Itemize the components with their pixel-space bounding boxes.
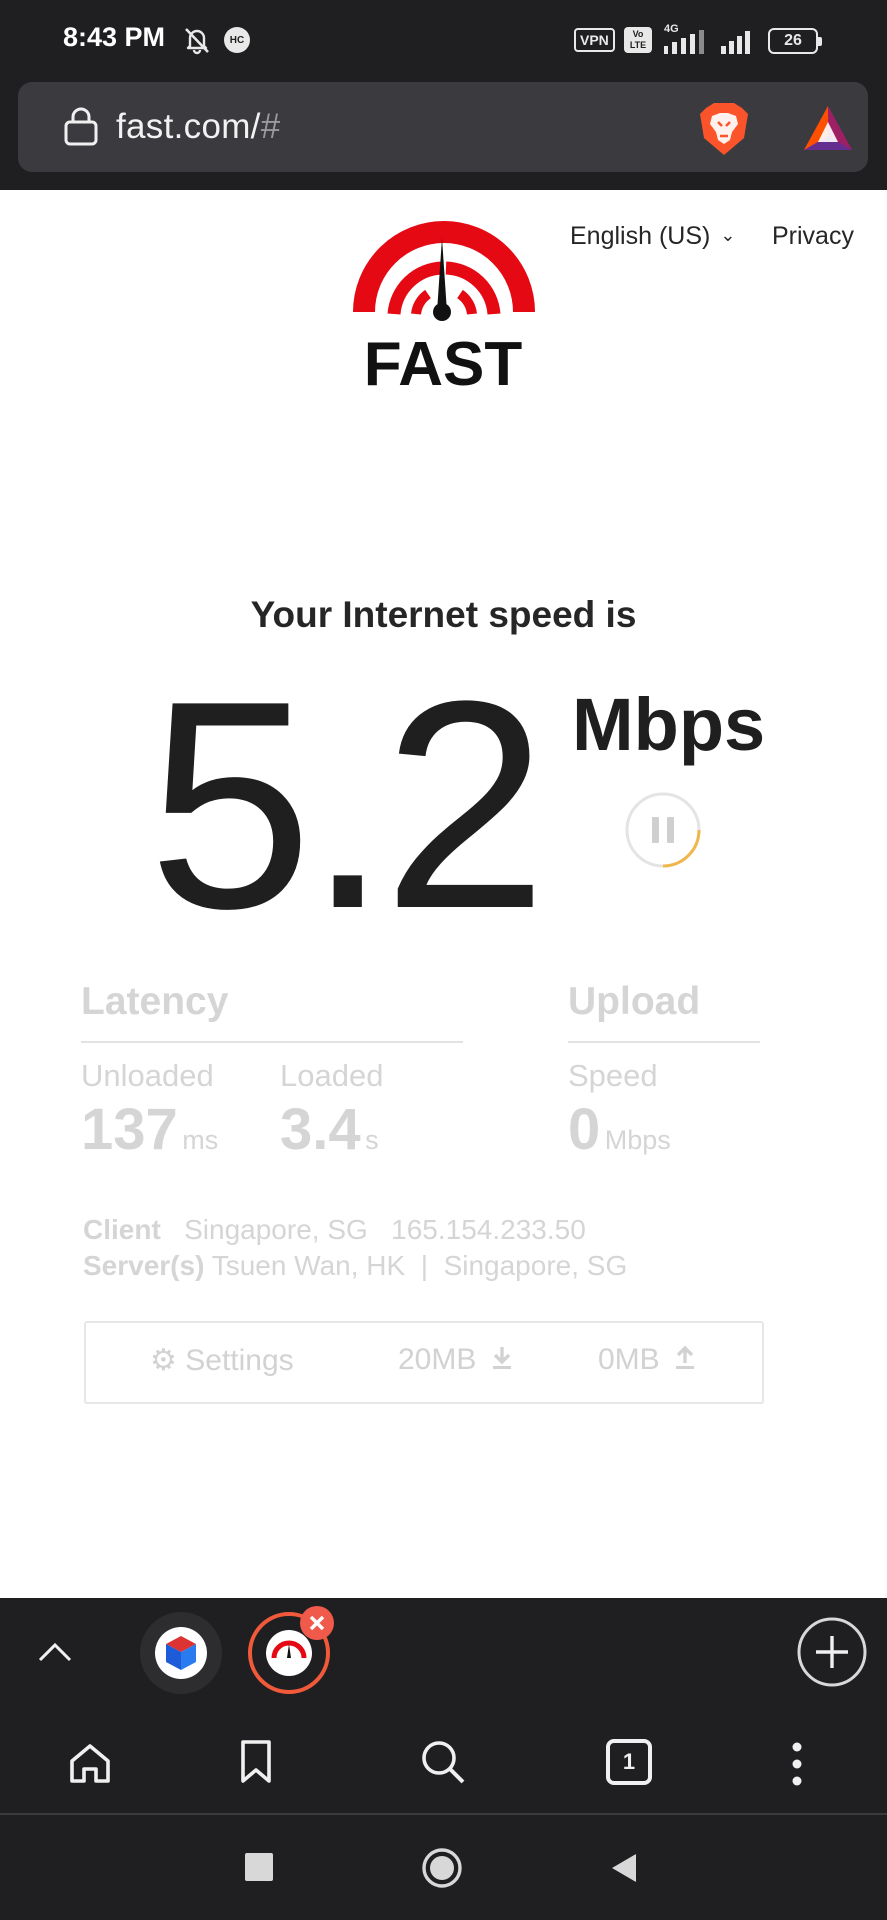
- chevron-down-icon: ⌄: [720, 225, 736, 245]
- battery-icon: 26: [768, 28, 822, 54]
- unloaded-unit: ms: [182, 1125, 219, 1155]
- server-label: Server(s): [83, 1250, 205, 1281]
- language-selector[interactable]: English (US) ⌄: [570, 222, 735, 251]
- loaded-unit: s: [365, 1125, 379, 1155]
- address-bar[interactable]: fast.com/#: [18, 82, 868, 172]
- status-time: 8:43 PM: [63, 22, 166, 52]
- plus-icon: [816, 1636, 848, 1668]
- unloaded-value: 137: [81, 1097, 178, 1162]
- pause-button[interactable]: [624, 791, 702, 869]
- upload-speed-unit: Mbps: [604, 1125, 671, 1155]
- upload-speed: 0 Mbps: [568, 1096, 671, 1163]
- volte-top-label: Vo: [632, 29, 644, 39]
- settings-bar[interactable]: ⚙ Settings 20MB 0MB: [84, 1321, 764, 1404]
- volte-bottom-label: LTE: [629, 40, 647, 50]
- cube-favicon-icon: [155, 1627, 207, 1679]
- loaded-label: Loaded: [280, 1058, 384, 1093]
- tab-strip: [0, 1598, 887, 1713]
- gear-icon: ⚙: [150, 1344, 177, 1377]
- speed-unit: Mbps: [572, 683, 766, 766]
- upload-heading: Upload: [568, 980, 701, 1023]
- logo-text: FAST: [364, 330, 523, 390]
- status-bar: 8:43 PM HC VPN Vo LTE 4G 26: [0, 0, 887, 80]
- upload-speed-label: Speed: [568, 1058, 658, 1093]
- bell-off-icon: [185, 28, 209, 55]
- brave-shields-icon[interactable]: [696, 100, 752, 158]
- vpn-icon: VPN: [574, 28, 615, 52]
- download-size-value: 20MB: [398, 1343, 477, 1376]
- url-text[interactable]: fast.com/#: [116, 107, 280, 147]
- home-icon[interactable]: [66, 1739, 114, 1787]
- url-host: fast.com/: [116, 107, 261, 146]
- server-list: Tsuen Wan, HK | Singapore, SG: [211, 1250, 628, 1281]
- fast-logo[interactable]: FAST: [350, 220, 536, 399]
- bat-rewards-icon[interactable]: [800, 102, 856, 154]
- download-size: 20MB: [398, 1343, 513, 1377]
- fast-page: English (US) ⌄ Privacy FAST Your Internet…: [0, 190, 887, 1598]
- client-label: Client: [83, 1214, 161, 1245]
- system-navigation-bar: [0, 1815, 887, 1920]
- settings-button[interactable]: ⚙ Settings: [150, 1343, 294, 1378]
- recents-button[interactable]: [245, 1853, 273, 1881]
- new-tab-button[interactable]: [796, 1616, 868, 1688]
- upload-size-value: 0MB: [598, 1343, 660, 1376]
- home-button[interactable]: [421, 1847, 463, 1889]
- lock-icon[interactable]: [62, 106, 100, 146]
- pause-icon: [652, 817, 659, 843]
- tab-count-button[interactable]: 1: [606, 1739, 652, 1785]
- close-icon: [309, 1615, 325, 1631]
- browser-bottom-nav: 1: [0, 1713, 887, 1815]
- speed-value: 5.2: [148, 639, 547, 970]
- language-label: English (US): [570, 222, 711, 250]
- search-icon[interactable]: [418, 1737, 468, 1787]
- signal-icon: [721, 31, 750, 54]
- client-location: Singapore, SG: [184, 1214, 368, 1245]
- tab-favicon-1[interactable]: [140, 1612, 222, 1694]
- chevron-up-icon[interactable]: [36, 1640, 74, 1666]
- more-menu-icon[interactable]: [784, 1739, 810, 1789]
- loaded-value: 3.4: [280, 1097, 361, 1162]
- latency-divider: [81, 1041, 463, 1043]
- download-arrow-icon: [492, 1347, 511, 1369]
- client-info: Client Singapore, SG 165.154.233.50: [83, 1214, 586, 1246]
- upload-size: 0MB: [598, 1343, 696, 1377]
- loaded-latency: 3.4 s: [280, 1096, 379, 1163]
- speed-title: Your Internet speed is: [250, 594, 637, 635]
- settings-label: Settings: [185, 1344, 294, 1377]
- back-button[interactable]: [608, 1851, 640, 1885]
- unloaded-label: Unloaded: [81, 1058, 214, 1093]
- browser-toolbar: fast.com/#: [0, 80, 887, 190]
- latency-heading: Latency: [81, 980, 229, 1023]
- hc-icon: HC: [224, 27, 250, 53]
- bookmark-icon[interactable]: [236, 1737, 276, 1787]
- speedometer-logo-icon: FAST: [353, 221, 535, 399]
- signal-icon: [664, 30, 704, 54]
- url-hash: #: [260, 107, 281, 146]
- close-tab-button[interactable]: [300, 1606, 334, 1640]
- server-info: Server(s) Tsuen Wan, HK | Singapore, SG: [83, 1250, 627, 1282]
- client-ip: 165.154.233.50: [391, 1214, 586, 1245]
- upload-arrow-icon: [676, 1345, 695, 1369]
- privacy-link[interactable]: Privacy: [772, 222, 854, 251]
- volte-icon: Vo LTE: [624, 27, 652, 53]
- upload-divider: [568, 1041, 760, 1043]
- unloaded-latency: 137 ms: [81, 1096, 218, 1163]
- upload-speed-value: 0: [568, 1097, 601, 1162]
